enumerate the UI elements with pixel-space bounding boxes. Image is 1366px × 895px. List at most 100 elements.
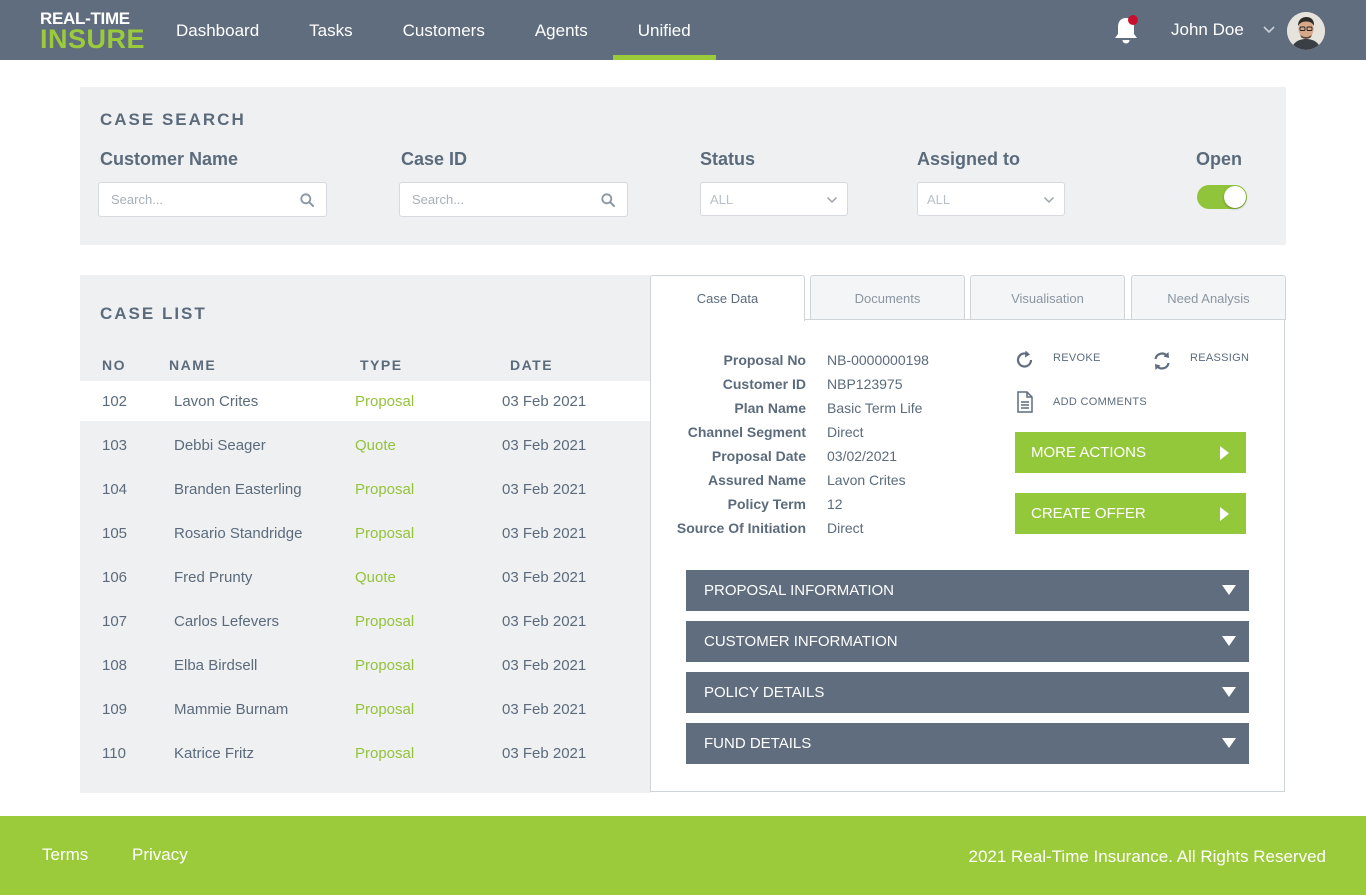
- case-id-input[interactable]: [400, 183, 580, 216]
- field-value-channel-segment: Direct: [827, 424, 864, 440]
- document-icon[interactable]: [1015, 391, 1035, 413]
- more-actions-button[interactable]: MORE ACTIONS: [1015, 432, 1246, 473]
- status-selected-value: ALL: [710, 192, 734, 207]
- row-date: 03 Feb 2021: [502, 613, 587, 630]
- table-row[interactable]: 105 Rosario Standridge Proposal 03 Feb 2…: [80, 513, 651, 553]
- chevron-down-icon: [826, 196, 838, 204]
- revoke-icon[interactable]: [1015, 349, 1035, 371]
- column-header-date[interactable]: DATE: [510, 357, 553, 373]
- field-label-policy-term: Policy Term: [727, 496, 806, 512]
- nav-tasks[interactable]: Tasks: [284, 0, 377, 60]
- brand-logo[interactable]: REAL-TIME INSURE: [40, 10, 145, 53]
- field-label-assured-name: Assured Name: [707, 472, 806, 488]
- tab-need-analysis[interactable]: Need Analysis: [1131, 275, 1286, 320]
- row-type: Proposal: [355, 393, 415, 410]
- nav-customers[interactable]: Customers: [378, 0, 510, 60]
- table-row[interactable]: 102 Lavon Crites Proposal 03 Feb 2021: [80, 381, 651, 421]
- fund-details-section[interactable]: FUND DETAILS: [686, 723, 1249, 764]
- case-list-panel: CASE LIST NO NAME TYPE DATE 102 Lavon Cr…: [80, 275, 651, 793]
- privacy-link[interactable]: Privacy: [132, 845, 188, 865]
- row-date: 03 Feb 2021: [502, 745, 587, 762]
- column-header-no[interactable]: NO: [102, 357, 126, 373]
- avatar[interactable]: [1287, 12, 1325, 50]
- table-row[interactable]: 106 Fred Prunty Quote 03 Feb 2021: [80, 557, 651, 597]
- caret-down-icon: [1222, 636, 1236, 646]
- search-icon[interactable]: [601, 193, 615, 207]
- row-name: Lavon Crites: [174, 393, 259, 410]
- field-value-customer-id: NBP123975: [827, 376, 903, 392]
- open-toggle[interactable]: [1197, 185, 1247, 209]
- table-row[interactable]: 108 Elba Birdsell Proposal 03 Feb 2021: [80, 645, 651, 685]
- status-select[interactable]: ALL: [700, 182, 848, 216]
- customer-name-label: Customer Name: [100, 149, 239, 169]
- notification-dot-icon: [1128, 15, 1138, 25]
- assigned-to-label: Assigned to: [917, 149, 1021, 169]
- row-type: Proposal: [355, 701, 415, 718]
- row-type: Quote: [355, 437, 396, 454]
- field-label-plan-name: Plan Name: [734, 400, 806, 416]
- row-name: Rosario Standridge: [174, 525, 303, 542]
- revoke-button[interactable]: REVOKE: [1053, 352, 1101, 364]
- table-row[interactable]: 103 Debbi Seager Quote 03 Feb 2021: [80, 425, 651, 465]
- caret-down-icon: [1222, 738, 1236, 748]
- row-type: Proposal: [355, 613, 415, 630]
- caret-down-icon: [1222, 687, 1236, 697]
- more-actions-label: MORE ACTIONS: [1031, 444, 1147, 461]
- row-name: Branden Easterling: [174, 481, 302, 498]
- case-search-title: CASE SEARCH: [100, 110, 246, 129]
- field-value-proposal-no: NB-0000000198: [827, 352, 929, 368]
- nav-dashboard[interactable]: Dashboard: [151, 0, 284, 60]
- row-date: 03 Feb 2021: [502, 525, 587, 542]
- customer-name-input[interactable]: [99, 183, 279, 216]
- case-data-panel: Proposal No NB-0000000198 Customer ID NB…: [650, 319, 1285, 792]
- table-row[interactable]: 107 Carlos Lefevers Proposal 03 Feb 2021: [80, 601, 651, 641]
- terms-link[interactable]: Terms: [42, 845, 88, 865]
- row-no: 103: [102, 437, 128, 454]
- field-value-proposal-date: 03/02/2021: [827, 448, 898, 464]
- add-comments-button[interactable]: ADD COMMENTS: [1053, 396, 1147, 408]
- top-navbar: REAL-TIME INSURE Dashboard Tasks Custome…: [0, 0, 1366, 60]
- row-no: 107: [102, 613, 128, 630]
- proposal-information-section[interactable]: PROPOSAL INFORMATION: [686, 570, 1249, 611]
- row-date: 03 Feb 2021: [502, 701, 587, 718]
- copyright-text: 2021 Real-Time Insurance. All Rights Res…: [968, 847, 1326, 866]
- chevron-down-icon[interactable]: [1262, 23, 1276, 37]
- tab-visualisation[interactable]: Visualisation: [970, 275, 1125, 320]
- section-label: PROPOSAL INFORMATION: [704, 582, 895, 599]
- open-label: Open: [1196, 149, 1243, 169]
- play-arrow-icon: [1220, 507, 1229, 521]
- row-no: 110: [102, 745, 126, 762]
- user-name[interactable]: John Doe: [1171, 20, 1244, 40]
- customer-name-search: [98, 182, 327, 217]
- tab-documents[interactable]: Documents: [810, 275, 965, 320]
- section-label: POLICY DETAILS: [704, 684, 825, 701]
- row-type: Proposal: [355, 525, 415, 542]
- column-header-type[interactable]: TYPE: [360, 357, 403, 373]
- assigned-to-select[interactable]: ALL: [917, 182, 1065, 216]
- toggle-knob: [1224, 186, 1246, 208]
- customer-information-section[interactable]: CUSTOMER INFORMATION: [686, 621, 1249, 662]
- create-offer-label: CREATE OFFER: [1031, 505, 1146, 522]
- policy-details-section[interactable]: POLICY DETAILS: [686, 672, 1249, 713]
- nav-agents[interactable]: Agents: [510, 0, 613, 60]
- play-arrow-icon: [1220, 446, 1229, 460]
- tab-case-data[interactable]: Case Data: [650, 275, 805, 321]
- field-label-proposal-date: Proposal Date: [711, 448, 806, 464]
- row-name: Fred Prunty: [174, 569, 253, 586]
- footer: Terms Privacy 2021 Real-Time Insurance. …: [0, 816, 1366, 895]
- table-row[interactable]: 104 Branden Easterling Proposal 03 Feb 2…: [80, 469, 651, 509]
- row-type: Proposal: [355, 481, 415, 498]
- row-no: 109: [102, 701, 128, 718]
- logo-line-2: INSURE: [40, 24, 146, 54]
- search-icon[interactable]: [300, 193, 314, 207]
- reassign-button[interactable]: REASSIGN: [1190, 352, 1249, 364]
- reassign-icon[interactable]: [1152, 350, 1172, 372]
- row-name: Katrice Fritz: [174, 745, 255, 762]
- column-header-name[interactable]: NAME: [169, 357, 216, 373]
- nav-unified[interactable]: Unified: [612, 0, 716, 60]
- table-row[interactable]: 109 Mammie Burnam Proposal 03 Feb 2021: [80, 689, 651, 729]
- notification-bell-icon[interactable]: [1112, 14, 1140, 46]
- create-offer-button[interactable]: CREATE OFFER: [1015, 493, 1246, 534]
- table-row[interactable]: 110 Katrice Fritz Proposal 03 Feb 2021: [80, 733, 651, 773]
- row-date: 03 Feb 2021: [502, 393, 587, 410]
